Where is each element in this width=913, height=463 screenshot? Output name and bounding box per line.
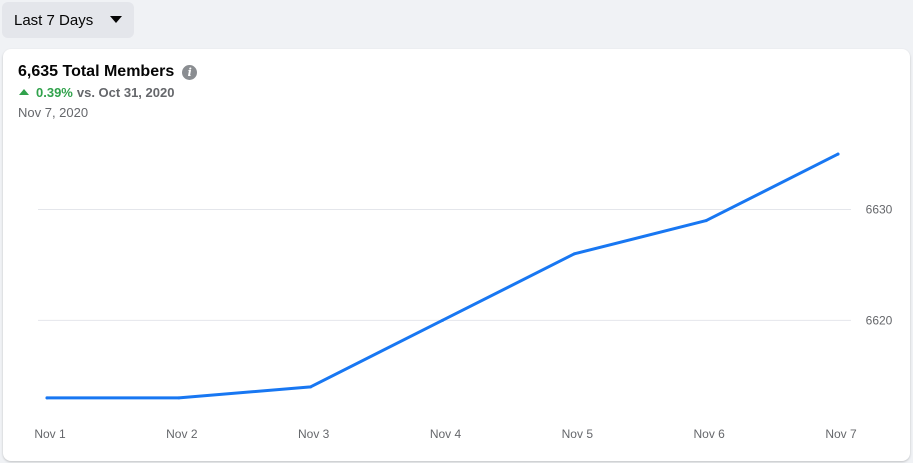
series-line[interactable] [45,152,840,400]
y-tick-label: 6620 [866,313,893,327]
data-point[interactable] [704,219,708,223]
x-tick-label: Nov 1 [34,427,66,441]
data-point[interactable] [572,252,576,256]
data-point[interactable] [441,318,444,322]
data-point[interactable] [45,396,49,400]
x-tick-label: Nov 4 [430,427,462,441]
x-tick-label: Nov 7 [825,427,857,441]
x-tick-label: Nov 2 [166,427,198,441]
data-point[interactable] [177,396,181,400]
members-chart-card: 6,635 Total Members i 0.39% vs. Oct 31, … [3,49,910,461]
data-point[interactable] [836,152,840,156]
line-chart: 6620 6630 Nov 1 Nov 2 Nov 3 Nov 4 Nov 5 Nov 6 No… [34,152,893,441]
x-tick-label: Nov 6 [693,427,725,441]
y-tick-label: 6630 [866,203,893,217]
date-range-dropdown[interactable]: Last 7 Days [2,2,134,38]
x-tick-label: Nov 3 [298,427,330,441]
date-range-label: Last 7 Days [14,11,94,29]
caret-down-icon [110,16,122,23]
x-tick-label: Nov 5 [562,427,594,441]
data-point[interactable] [309,385,313,389]
